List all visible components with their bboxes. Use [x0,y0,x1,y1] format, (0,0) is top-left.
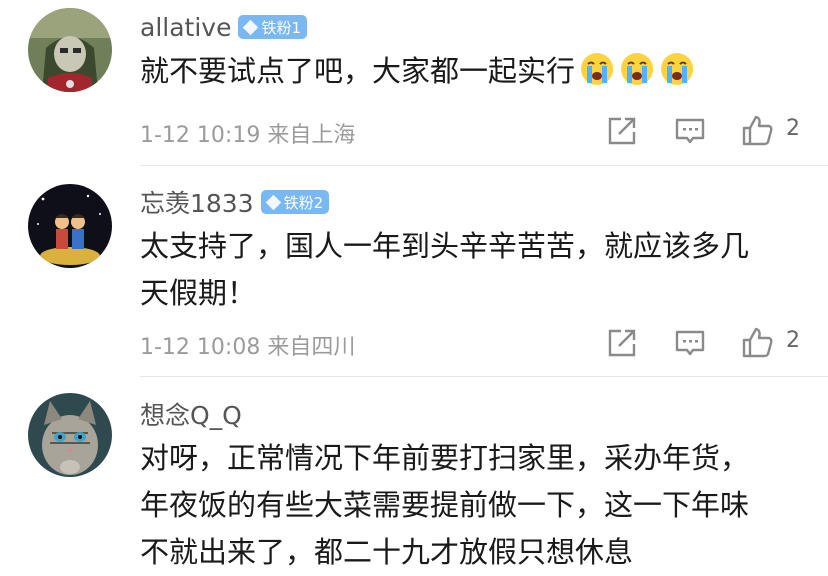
avatar[interactable] [28,8,112,92]
comment-line: 太支持了，国人一年到头辛辛苦苦，就应该多几 [140,229,750,263]
username[interactable]: 忘羡1833 [140,184,254,220]
comment-text: 就不要试点了吧，大家都一起实行 [140,48,800,95]
comment-actions: 2 [600,114,810,150]
avatar-image [28,393,112,477]
comment-line: 年夜饭的有些大菜需要提前做一下，这一下年味 [140,488,750,522]
comment-meta: 1-12 10:08 来自四川 [140,329,355,361]
avatar[interactable] [28,184,112,268]
comment-text: 太支持了，国人一年到头辛辛苦苦，就应该多几 天假期！ [140,223,800,317]
comment-icon[interactable] [673,114,707,148]
like-count: 2 [786,116,800,141]
avatar[interactable] [28,393,112,477]
crying-face-icon [579,51,615,87]
fan-badge-label: 铁粉1 [261,18,302,37]
comment-line: 天假期！ [140,276,257,310]
fan-badge: 铁粉1 [238,15,308,39]
comment-line: 对呀，正常情况下年前要打扫家里，采办年货， [140,441,750,475]
comment-line: 就不要试点了吧，大家都一起实行 [140,54,576,88]
thumbs-up-icon[interactable] [740,114,774,148]
fan-badge-label: 铁粉2 [283,193,324,212]
comment-item: 忘羡1833 铁粉2 太支持了，国人一年到头辛辛苦苦，就应该多几 天假期！ 1-… [0,166,828,376]
comment-meta: 1-12 10:19 来自上海 [140,117,355,149]
like-count: 2 [786,328,800,353]
comment-location: 来自四川 [267,335,356,360]
comment-icon[interactable] [673,326,707,360]
username[interactable]: allative [140,13,231,42]
share-icon[interactable] [605,326,639,360]
diamond-icon [265,194,281,210]
comment-time: 1-12 10:19 [140,123,261,148]
comment-location: 来自上海 [267,123,356,148]
comment-time: 1-12 10:08 [140,335,261,360]
crying-face-icon [659,51,695,87]
share-icon[interactable] [605,114,639,148]
comment-text: 对呀，正常情况下年前要打扫家里，采办年货， 年夜饭的有些大菜需要提前做一下，这一… [140,435,800,576]
username[interactable]: 想念Q_Q [140,396,242,432]
avatar-image [28,184,112,268]
crying-face-icon [619,51,655,87]
comment-item: allative 铁粉1 就不要试点了吧，大家都一起实行 1-12 10:19 … [0,0,828,165]
thumbs-up-icon[interactable] [740,326,774,360]
diamond-icon [243,19,259,35]
fan-badge: 铁粉2 [260,190,330,214]
user-line: 忘羡1833 铁粉2 [140,184,330,220]
avatar-image [28,8,112,92]
comment-actions: 2 [600,326,810,362]
comment-item: 想念Q_Q 对呀，正常情况下年前要打扫家里，采办年货， 年夜饭的有些大菜需要提前… [0,377,828,574]
user-line: 想念Q_Q [140,397,242,431]
user-line: allative 铁粉1 [140,10,308,44]
comment-line: 不就出来了，都二十九才放假只想休息 [140,535,634,569]
